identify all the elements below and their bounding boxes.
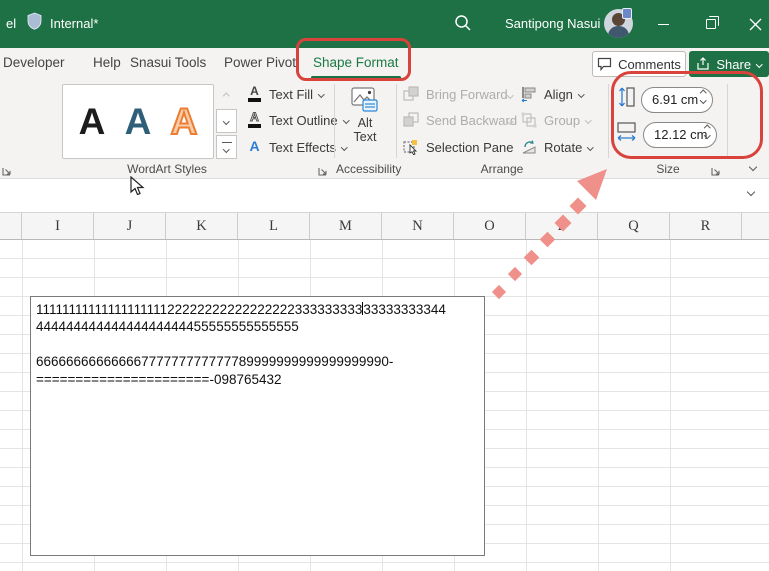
chevron-down-icon[interactable] (507, 92, 513, 98)
group-icon (521, 112, 538, 129)
group-label-wordart-styles: WordArt Styles (0, 162, 334, 176)
rotate-icon (521, 139, 538, 156)
gallery-more-button[interactable] (216, 135, 237, 159)
text-fill-icon: A (246, 86, 263, 103)
column-header-K[interactable]: K (166, 213, 238, 239)
selection-pane-icon (403, 139, 420, 156)
column-header-M[interactable]: M (310, 213, 382, 239)
text-effects-icon: A (246, 139, 263, 156)
column-header-R[interactable]: R (670, 213, 742, 239)
send-backward-button[interactable]: Send Backward (403, 112, 517, 129)
chevron-down-icon (578, 91, 584, 97)
text-outline-button[interactable]: A Text Outline (246, 112, 348, 129)
text-outline-icon: A (246, 112, 263, 129)
column-header-J[interactable]: J (94, 213, 166, 239)
mouse-cursor (128, 176, 146, 196)
align-icon (521, 86, 538, 103)
formula-bar-expand-chevron-icon[interactable] (747, 188, 755, 196)
tab-power-pivot[interactable]: Power Pivot (224, 55, 296, 70)
textbox-line-4: 6666666666666677777777777778999999999999… (36, 353, 479, 370)
annotation-rect-size (611, 71, 763, 159)
wordart-gallery-scrollbar (216, 84, 237, 159)
tab-help[interactable]: Help (93, 55, 121, 70)
align-button[interactable]: Align (521, 86, 583, 103)
gallery-scroll-up-button[interactable] (216, 84, 237, 108)
tab-snasui-tools[interactable]: Snasui Tools (130, 55, 206, 70)
textbox-line-2: 44444444444444444444455555555555555 (36, 318, 479, 335)
text-fill-button[interactable]: A Text Fill (246, 86, 324, 103)
chevron-down-icon (318, 91, 324, 97)
alt-text-button[interactable]: Alt Text (338, 84, 392, 156)
restore-icon (706, 19, 716, 29)
formula-bar[interactable] (0, 179, 769, 213)
column-header-Q[interactable]: Q (598, 213, 670, 239)
bring-forward-button[interactable]: Bring Forward (403, 86, 508, 103)
sensitivity-label: Internal* (50, 16, 98, 31)
close-button[interactable] (733, 0, 769, 48)
annotation-rect-shape-format (296, 38, 411, 81)
group-button[interactable]: Group (521, 112, 591, 129)
column-header-partial[interactable] (0, 213, 22, 239)
textbox-line-1: 1111111111111111111122222222222222222333… (36, 301, 479, 318)
textbox-line-5: ======================-098765432 (36, 371, 479, 388)
wordart-style-orange[interactable]: A (171, 103, 198, 140)
rotate-button[interactable]: Rotate (521, 139, 593, 156)
textbox-line-3 (36, 336, 479, 353)
alt-text-icon (351, 87, 379, 113)
chevron-up-icon (223, 93, 229, 99)
minimize-button[interactable] (641, 0, 685, 48)
comments-label: Comments (618, 57, 681, 72)
minimize-icon (658, 24, 669, 25)
wordart-style-black[interactable]: A (79, 103, 106, 140)
column-header-partial-right[interactable] (742, 213, 769, 239)
chevron-down-icon (585, 117, 591, 123)
tab-developer[interactable]: Developer (3, 55, 65, 70)
annotation-arrowhead (570, 163, 615, 208)
wordart-style-blue[interactable]: A (125, 103, 152, 140)
comment-icon (597, 57, 612, 71)
column-header-L[interactable]: L (238, 213, 310, 239)
avatar-badge-icon (622, 8, 632, 19)
column-header-I[interactable]: I (22, 213, 94, 239)
chevron-down-icon (223, 146, 229, 152)
share-label: Share (716, 57, 751, 72)
wordart-gallery[interactable]: A A A (62, 84, 214, 159)
chevron-down-icon (587, 144, 593, 150)
share-dropdown-chevron-icon[interactable] (756, 61, 762, 67)
chevron-down-icon (223, 118, 229, 124)
column-headers: I J K L M N O P Q R (0, 213, 769, 240)
search-icon[interactable] (453, 13, 473, 38)
close-icon (749, 18, 762, 31)
maximize-restore-button[interactable] (689, 0, 733, 48)
user-name[interactable]: Santipong Nasui (505, 16, 600, 31)
sensitivity-shield-icon (27, 12, 42, 35)
bring-forward-icon (403, 86, 420, 103)
document-title-fragment: el (6, 16, 16, 31)
gallery-scroll-down-button[interactable] (216, 109, 237, 133)
column-header-O[interactable]: O (454, 213, 526, 239)
ribbon-collapse-chevron-icon[interactable] (749, 163, 757, 171)
group-label-accessibility: Accessibility (336, 162, 394, 176)
column-header-N[interactable]: N (382, 213, 454, 239)
selection-pane-button[interactable]: Selection Pane (403, 139, 513, 156)
shape-textbox[interactable]: 1111111111111111111122222222222222222333… (30, 296, 485, 556)
share-icon (696, 57, 710, 71)
send-backward-icon (403, 112, 420, 129)
group-label-size: Size (610, 162, 726, 176)
text-effects-button[interactable]: A Text Effects (246, 139, 346, 156)
